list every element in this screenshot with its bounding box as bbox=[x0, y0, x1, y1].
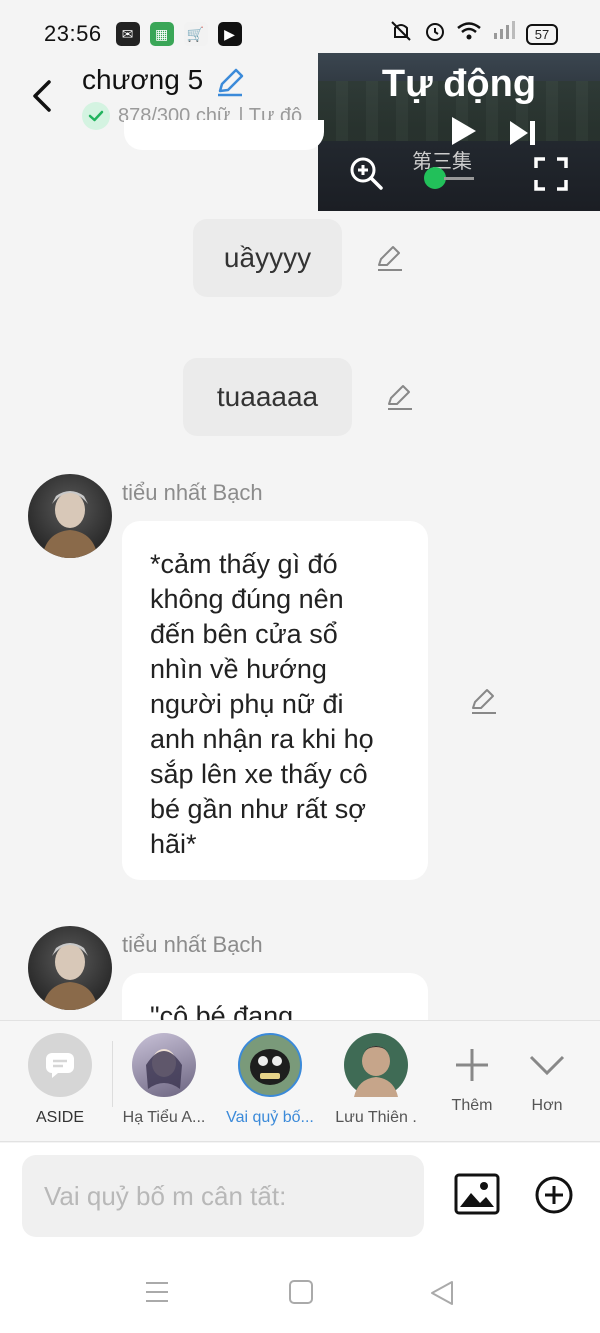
alarm-icon bbox=[424, 20, 446, 48]
floating-video-player[interactable]: Tự động 第三集 bbox=[318, 53, 600, 211]
edit-message-icon[interactable] bbox=[374, 243, 404, 273]
back-triangle-icon[interactable] bbox=[428, 1279, 456, 1312]
story-line: đến bên cửa sổ bbox=[150, 619, 338, 649]
story-bubble[interactable]: "cô bé đang bbox=[122, 973, 428, 1020]
story-line: không đúng nên bbox=[150, 584, 344, 614]
edit-message-icon[interactable] bbox=[384, 382, 414, 412]
video-progress-handle[interactable] bbox=[424, 167, 446, 189]
character-vai-quy-bo[interactable]: Vai quỷ bố... bbox=[222, 1033, 318, 1127]
skip-next-icon[interactable] bbox=[508, 119, 538, 152]
message-text: tuaaaaa bbox=[216, 381, 319, 412]
fullscreen-icon[interactable] bbox=[534, 157, 568, 196]
story-line: *cảm thấy gì đó bbox=[150, 549, 338, 579]
character-label: Hạ Tiểu A... bbox=[122, 1109, 206, 1126]
plus-icon bbox=[440, 1033, 504, 1097]
play-icon[interactable] bbox=[448, 115, 478, 152]
character-luu-thien[interactable]: Lưu Thiên . bbox=[328, 1033, 424, 1127]
edit-message-icon[interactable] bbox=[468, 686, 498, 716]
more-label: Hơn bbox=[531, 1097, 563, 1114]
edit-title-icon[interactable] bbox=[214, 66, 246, 103]
message-input[interactable] bbox=[22, 1155, 424, 1237]
character-ha-tieu-a[interactable]: Hạ Tiểu A... bbox=[116, 1033, 212, 1127]
compose-area bbox=[0, 1143, 600, 1253]
sender-name: tiểu nhất Bạch bbox=[122, 932, 263, 957]
more-button[interactable]: Hơn bbox=[500, 1033, 594, 1115]
wifi-icon bbox=[456, 21, 482, 47]
character-label: ASIDE bbox=[35, 1109, 84, 1126]
divider bbox=[112, 1041, 113, 1107]
chat-app-icon: ✉ bbox=[115, 22, 140, 46]
character-selector: ASIDE Hạ Tiểu A... Vai quỷ bố... Lưu Thi… bbox=[0, 1020, 600, 1142]
story-bubble[interactable]: *cảm thấy gì đó không đúng nên đến bên c… bbox=[122, 521, 428, 880]
video-progress-track bbox=[444, 177, 474, 180]
status-time: 23:56 bbox=[44, 21, 102, 46]
story-line: "cô bé đang bbox=[150, 1001, 294, 1020]
message-bubble[interactable]: tuaaaaa bbox=[183, 358, 352, 436]
character-label: Vai quỷ bố... bbox=[226, 1109, 314, 1126]
battery-icon: 57 bbox=[526, 23, 558, 45]
aside-icon bbox=[28, 1033, 92, 1097]
grid-app-icon: ▦ bbox=[149, 22, 174, 46]
character-avatar[interactable] bbox=[28, 926, 112, 1010]
menu-icon[interactable] bbox=[144, 1279, 170, 1310]
status-app-icons: ✉ ▦ 🛒 ▶ bbox=[115, 22, 242, 46]
zoom-in-icon[interactable] bbox=[348, 155, 384, 196]
message-bubble[interactable]: uầyyyy bbox=[193, 219, 342, 297]
image-icon[interactable] bbox=[454, 1173, 500, 1220]
mute-vibrate-icon bbox=[388, 19, 414, 49]
back-arrow-icon bbox=[33, 80, 51, 112]
chapter-title[interactable]: chương 5 bbox=[82, 64, 203, 96]
status-indicators: 57 bbox=[388, 19, 558, 49]
chevron-down-icon bbox=[515, 1033, 579, 1097]
character-avatar bbox=[238, 1033, 302, 1097]
check-icon bbox=[82, 102, 110, 130]
signal-icon bbox=[492, 21, 516, 47]
character-label: Lưu Thiên . bbox=[335, 1109, 417, 1126]
home-icon[interactable] bbox=[288, 1279, 314, 1310]
story-line: hãi* bbox=[150, 829, 197, 859]
story-line: người phụ nữ đi bbox=[150, 689, 344, 719]
system-nav-bar bbox=[0, 1253, 600, 1333]
sender-name: tiểu nhất Bạch bbox=[122, 480, 263, 505]
cart-app-icon: 🛒 bbox=[183, 22, 208, 46]
character-aside[interactable]: ASIDE bbox=[12, 1033, 108, 1127]
previous-bubble bbox=[124, 120, 324, 150]
message-text: uầyyyy bbox=[223, 242, 312, 273]
character-avatar[interactable] bbox=[28, 474, 112, 558]
character-avatar bbox=[344, 1033, 408, 1097]
video-title: Tự động bbox=[381, 63, 537, 105]
story-line: bé gần như rất sợ bbox=[150, 794, 366, 824]
back-button[interactable] bbox=[24, 74, 60, 118]
story-line: anh nhận ra khi họ bbox=[150, 724, 374, 754]
story-line: sắp lên xe thấy cô bbox=[150, 759, 368, 789]
play-app-icon: ▶ bbox=[217, 22, 242, 46]
story-line: nhìn về hướng bbox=[150, 654, 327, 684]
character-avatar bbox=[132, 1033, 196, 1097]
add-circle-icon[interactable] bbox=[534, 1175, 574, 1220]
